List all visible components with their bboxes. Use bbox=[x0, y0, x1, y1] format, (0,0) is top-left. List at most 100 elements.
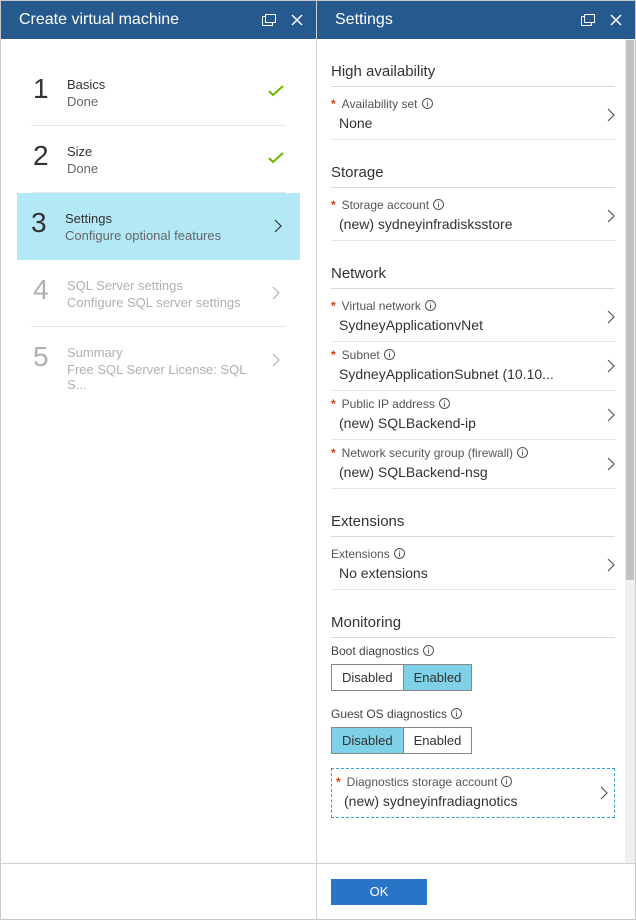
toggle-enabled[interactable]: Enabled bbox=[403, 665, 472, 690]
field-diag-storage[interactable]: * Diagnostics storage account (new) sydne… bbox=[331, 768, 615, 818]
step-sql-server[interactable]: 4 SQL Server settings Configure SQL serv… bbox=[31, 260, 286, 327]
info-icon[interactable] bbox=[394, 548, 406, 560]
field-value: (new) SQLBackend-nsg bbox=[331, 460, 615, 480]
info-icon[interactable] bbox=[517, 447, 529, 459]
required-marker: * bbox=[331, 397, 336, 411]
step-subtitle: Done bbox=[67, 161, 266, 176]
info-icon[interactable] bbox=[425, 300, 437, 312]
chevron-right-icon bbox=[607, 359, 615, 373]
field-value: No extensions bbox=[331, 561, 615, 581]
boot-diag-label: Boot diagnostics bbox=[331, 644, 419, 658]
left-footer bbox=[1, 863, 316, 919]
create-vm-title: Create virtual machine bbox=[19, 11, 250, 29]
step-subtitle: Free SQL Server License: SQL S... bbox=[67, 362, 266, 392]
required-marker: * bbox=[336, 775, 341, 789]
section-title: Monitoring bbox=[331, 602, 615, 638]
info-icon[interactable] bbox=[422, 98, 434, 110]
info-icon[interactable] bbox=[501, 776, 513, 788]
toggle-disabled[interactable]: Disabled bbox=[332, 728, 403, 753]
step-number: 4 bbox=[33, 276, 67, 304]
info-icon[interactable] bbox=[439, 398, 451, 410]
guest-diag-toggle[interactable]: Disabled Enabled bbox=[331, 727, 472, 754]
step-number: 3 bbox=[31, 209, 65, 237]
field-label-text: Network security group (firewall) bbox=[342, 446, 513, 460]
create-vm-panel: Create virtual machine 1 Basics Done bbox=[1, 1, 317, 919]
required-marker: * bbox=[331, 97, 336, 111]
field-value: (new) sydneyinfradiagnotics bbox=[336, 789, 610, 809]
settings-title: Settings bbox=[335, 11, 569, 29]
section-title: Network bbox=[331, 253, 615, 289]
field-label-text: Subnet bbox=[342, 348, 380, 362]
field-label-text: Availability set bbox=[342, 97, 418, 111]
info-icon[interactable] bbox=[451, 708, 463, 720]
field-nsg[interactable]: * Network security group (firewall) (new)… bbox=[331, 440, 615, 489]
scrollbar-thumb[interactable] bbox=[626, 40, 634, 580]
chevron-right-icon bbox=[607, 310, 615, 324]
step-title: SQL Server settings bbox=[67, 278, 266, 293]
required-marker: * bbox=[331, 348, 336, 362]
step-subtitle: Configure optional features bbox=[65, 228, 268, 243]
field-virtual-network[interactable]: * Virtual network SydneyApplicationvNet bbox=[331, 293, 615, 342]
field-label-text: Virtual network bbox=[342, 299, 421, 313]
check-icon bbox=[266, 142, 286, 164]
required-marker: * bbox=[331, 299, 336, 313]
step-basics[interactable]: 1 Basics Done bbox=[31, 59, 286, 126]
scrollbar[interactable] bbox=[625, 39, 635, 863]
steps-body: 1 Basics Done 2 Size Done bbox=[1, 39, 316, 863]
step-number: 1 bbox=[33, 75, 67, 103]
step-number: 2 bbox=[33, 142, 67, 170]
section-title: High availability bbox=[331, 51, 615, 87]
chevron-right-icon bbox=[607, 558, 615, 572]
field-label-text: Extensions bbox=[331, 547, 390, 561]
info-icon[interactable] bbox=[423, 645, 435, 657]
field-label-text: Public IP address bbox=[342, 397, 435, 411]
restore-icon[interactable] bbox=[579, 11, 597, 29]
guest-diag-label: Guest OS diagnostics bbox=[331, 707, 447, 721]
step-subtitle: Done bbox=[67, 94, 266, 109]
chevron-right-icon bbox=[266, 276, 286, 300]
close-icon[interactable] bbox=[607, 11, 625, 29]
section-title: Storage bbox=[331, 152, 615, 188]
field-value: SydneyApplicationvNet bbox=[331, 313, 615, 333]
info-icon[interactable] bbox=[384, 349, 396, 361]
steps-list: 1 Basics Done 2 Size Done bbox=[1, 39, 316, 408]
step-settings[interactable]: 3 Settings Configure optional features bbox=[17, 193, 300, 260]
check-icon bbox=[266, 75, 286, 97]
field-label-text: Diagnostics storage account bbox=[347, 775, 498, 789]
chevron-right-icon bbox=[268, 209, 288, 233]
section-network: Network * Virtual network SydneyApplicati… bbox=[331, 253, 615, 489]
chevron-right-icon bbox=[607, 457, 615, 471]
info-icon[interactable] bbox=[433, 199, 445, 211]
step-summary[interactable]: 5 Summary Free SQL Server License: SQL S… bbox=[31, 327, 286, 408]
step-size[interactable]: 2 Size Done bbox=[31, 126, 286, 193]
field-availability-set[interactable]: * Availability set None bbox=[331, 91, 615, 140]
field-public-ip[interactable]: *Public IP address (new) SQLBackend-ip bbox=[331, 391, 615, 440]
toggle-disabled[interactable]: Disabled bbox=[332, 665, 403, 690]
required-marker: * bbox=[331, 446, 336, 460]
section-monitoring: Monitoring Boot diagnostics Disabled Ena… bbox=[331, 602, 615, 818]
field-value: None bbox=[331, 111, 615, 131]
toggle-enabled[interactable]: Enabled bbox=[403, 728, 472, 753]
boot-diag-toggle[interactable]: Disabled Enabled bbox=[331, 664, 472, 691]
settings-panel: Settings High availability * Availability… bbox=[317, 1, 635, 919]
field-storage-account[interactable]: *Storage account (new) sydneyinfradiskss… bbox=[331, 192, 615, 241]
chevron-right-icon bbox=[600, 786, 608, 800]
step-title: Summary bbox=[67, 345, 266, 360]
step-title: Settings bbox=[65, 211, 268, 226]
ok-button[interactable]: OK bbox=[331, 879, 427, 905]
chevron-right-icon bbox=[607, 408, 615, 422]
chevron-right-icon bbox=[607, 108, 615, 122]
field-subnet[interactable]: * Subnet SydneyApplicationSubnet (10.10..… bbox=[331, 342, 615, 391]
settings-footer: OK bbox=[317, 863, 635, 919]
restore-icon[interactable] bbox=[260, 11, 278, 29]
field-extensions[interactable]: Extensions No extensions bbox=[331, 541, 615, 590]
section-high-availability: High availability * Availability set None bbox=[331, 51, 615, 140]
required-marker: * bbox=[331, 198, 336, 212]
step-title: Size bbox=[67, 144, 266, 159]
close-icon[interactable] bbox=[288, 11, 306, 29]
field-value: SydneyApplicationSubnet (10.10... bbox=[331, 362, 615, 382]
chevron-right-icon bbox=[266, 343, 286, 367]
step-number: 5 bbox=[33, 343, 67, 371]
create-vm-header: Create virtual machine bbox=[1, 1, 316, 39]
settings-body: High availability * Availability set None… bbox=[317, 39, 635, 919]
